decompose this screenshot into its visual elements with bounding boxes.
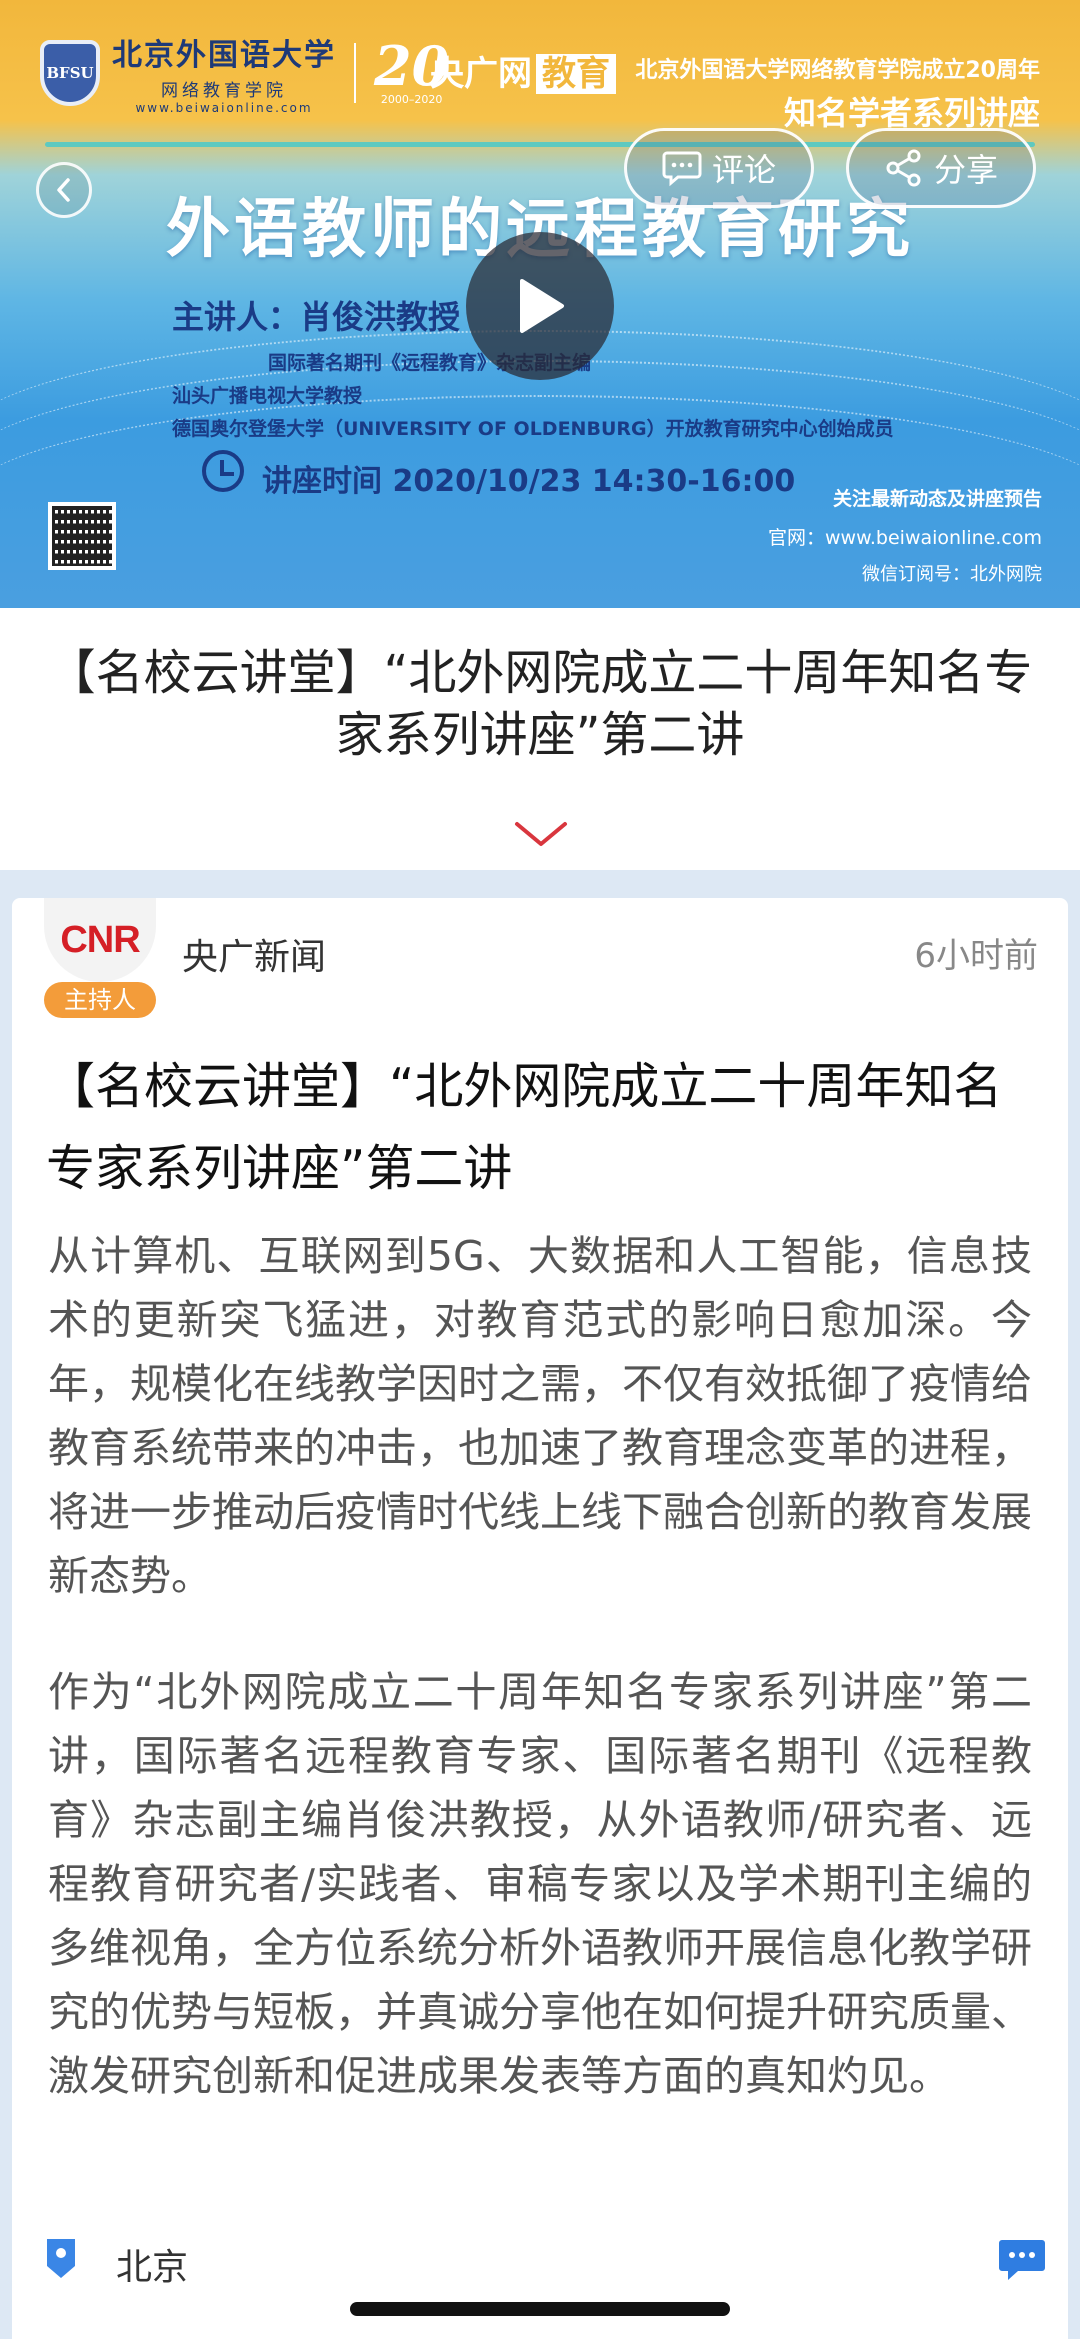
school-logo: BFSU — [40, 39, 100, 106]
video-player[interactable]: BFSU 北京外国语大学 网络教育学院 www.beiwaionline.com… — [0, 0, 1080, 608]
chat-icon[interactable] — [998, 2238, 1046, 2282]
location-label: 北京 — [116, 2247, 189, 2288]
share-icon — [886, 149, 921, 187]
media-brand-logo: 央广网 教育 — [430, 46, 616, 95]
location-pin-icon — [47, 2239, 75, 2278]
host-badge: 主持人 — [44, 982, 156, 1018]
play-button[interactable] — [466, 232, 614, 380]
school-url: www.beiwaionline.com — [135, 101, 313, 115]
banner-logos: BFSU 北京外国语大学 网络教育学院 www.beiwaionline.com… — [40, 30, 449, 115]
article-paragraph: 从计算机、互联网到5G、大数据和人工智能，信息技术的更新突飞猛进，对教育范式的影… — [48, 1232, 1032, 1600]
banner-notes: 关注最新动态及讲座预告 官网：www.beiwaionline.com 微信订阅… — [768, 488, 1042, 585]
page-title: 【名校云讲堂】“北外网院成立二十周年知名专家系列讲座”第二讲 — [47, 645, 1033, 763]
clock-icon — [202, 450, 244, 492]
post-time: 6小时前 — [914, 936, 1038, 976]
comment-icon — [662, 151, 702, 187]
home-indicator[interactable] — [350, 2302, 730, 2316]
comment-button[interactable]: 评论 — [624, 128, 814, 208]
avatar[interactable]: CNR — [44, 898, 156, 982]
qr-code — [48, 502, 116, 570]
source-name[interactable]: 央广新闻 — [182, 928, 326, 980]
article-paragraph: 作为“北外网院成立二十周年知名专家系列讲座”第二讲，国际著名远程教育专家、国际著… — [48, 1668, 1032, 2100]
speaker-title: 德国奥尔登堡大学（UNIVERSITY OF OLDENBURG）开放教育研究中… — [172, 418, 894, 440]
chevron-left-icon — [57, 178, 70, 202]
play-icon — [520, 279, 564, 333]
share-button[interactable]: 分享 — [846, 128, 1036, 208]
school-name: 北京外国语大学 — [112, 38, 336, 73]
series-heading: 北京外国语大学网络教育学院成立20周年 知名学者系列讲座 — [635, 58, 1040, 132]
lecture-time: 讲座时间 2020/10/23 14:30-16:00 — [262, 464, 796, 499]
chevron-down-icon[interactable] — [514, 820, 568, 850]
school-name-block: 北京外国语大学 网络教育学院 www.beiwaionline.com — [112, 30, 336, 115]
school-subtitle: 网络教育学院 — [161, 81, 287, 101]
back-button[interactable] — [36, 162, 92, 218]
share-label: 分享 — [933, 151, 998, 189]
speaker-title: 汕头广播电视大学教授 — [172, 385, 363, 407]
comment-label: 评论 — [711, 151, 776, 189]
avatar-logo: CNR — [60, 918, 140, 961]
logo-divider — [354, 42, 356, 103]
article-card: CNR 主持人 央广新闻 6小时前 【名校云讲堂】“北外网院成立二十周年知名专家… — [12, 898, 1068, 2339]
article-title: 【名校云讲堂】“北外网院成立二十周年知名专家系列讲座”第二讲 — [46, 1058, 1003, 1197]
topic-header: 【名校云讲堂】“北外网院成立二十周年知名专家系列讲座”第二讲 — [0, 608, 1080, 870]
